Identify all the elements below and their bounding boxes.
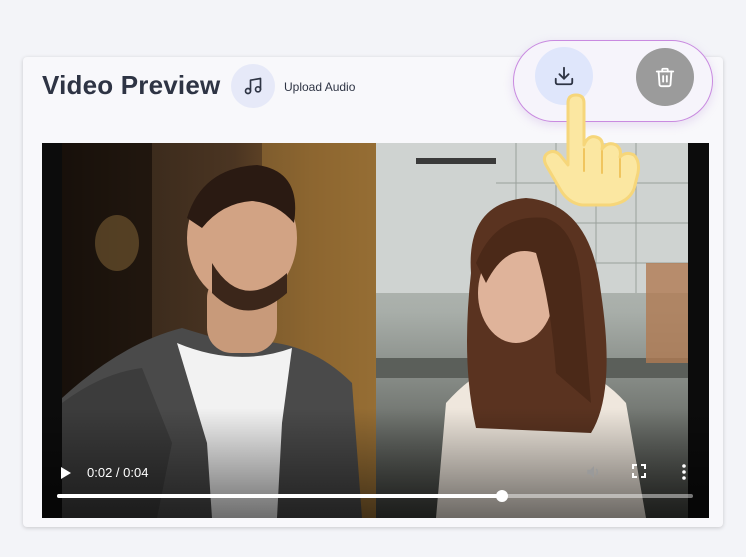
more-options-icon[interactable] — [680, 463, 688, 481]
upload-audio-label[interactable]: Upload Audio — [284, 80, 355, 94]
page-title: Video Preview — [42, 70, 221, 100]
controls-gradient — [42, 408, 709, 518]
fullscreen-icon[interactable] — [632, 464, 646, 478]
progress-fill — [57, 494, 503, 498]
progress-bar[interactable] — [57, 490, 693, 502]
trash-icon — [655, 67, 675, 88]
play-icon[interactable] — [59, 465, 73, 481]
time-display: 0:02 / 0:04 — [87, 465, 149, 480]
music-note-icon — [244, 77, 262, 95]
upload-audio-button[interactable] — [231, 64, 275, 108]
volume-icon[interactable] — [585, 463, 603, 481]
download-icon — [554, 66, 574, 86]
pointer-hand-icon — [542, 93, 640, 207]
